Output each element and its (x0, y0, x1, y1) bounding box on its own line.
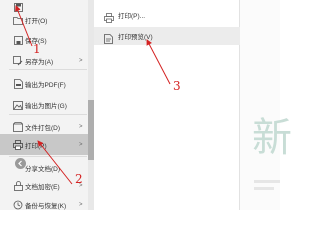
annotation-step-1: 1 (33, 42, 41, 56)
annotation-arrows (15, 5, 171, 185)
annotation-arrow-2 (37, 140, 73, 185)
annotation-arrow-1 (15, 5, 33, 47)
annotation-step-3: 3 (173, 79, 181, 93)
annotation-arrow-3 (146, 39, 171, 85)
annotation-step-2: 2 (75, 172, 83, 186)
